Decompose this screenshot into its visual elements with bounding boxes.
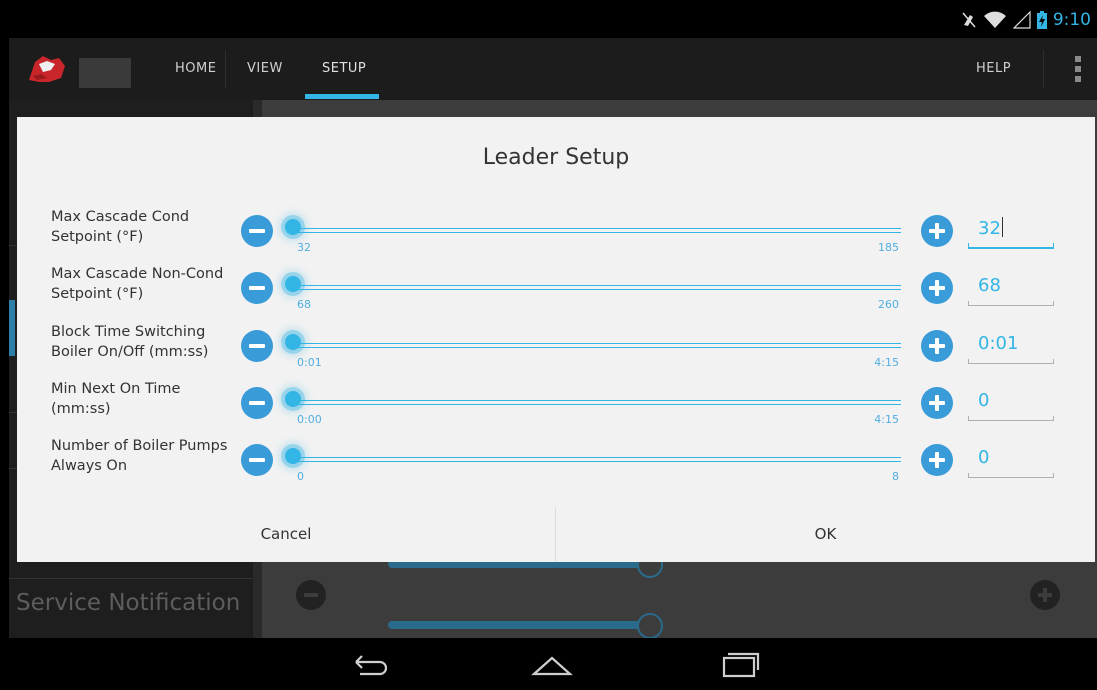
tab-divider — [1043, 50, 1044, 88]
setting-label: Min Next On Time (mm:ss) — [51, 381, 181, 417]
tab-view[interactable]: VIEW — [233, 38, 297, 100]
slider-track[interactable] — [287, 228, 901, 234]
dialog-title: Leader Setup — [482, 145, 630, 170]
increment-button[interactable] — [921, 215, 953, 247]
decrement-button[interactable] — [241, 330, 273, 362]
sidebar-divider — [9, 578, 253, 579]
value-input[interactable]: 32 — [968, 215, 1064, 249]
slider-track[interactable] — [287, 285, 901, 291]
background-slider-fill — [388, 621, 650, 629]
status-bar: 9:10 — [0, 0, 1097, 38]
sidebar-selected-indicator — [9, 300, 15, 356]
tab-home[interactable]: HOME — [161, 38, 230, 100]
slider-track[interactable] — [287, 457, 901, 463]
recent-apps-icon[interactable] — [720, 648, 764, 680]
slider-min-label: 0 — [297, 470, 304, 483]
clock: 9:10 — [1052, 10, 1091, 30]
background-plus-icon — [1030, 580, 1060, 610]
value-input[interactable]: 0 — [968, 444, 1064, 478]
increment-button[interactable] — [921, 387, 953, 419]
setting-label: Max Cascade Non-Cond Setpoint (°F) — [51, 266, 224, 302]
active-tab-indicator — [305, 94, 379, 99]
tab-divider — [225, 50, 226, 88]
slider-min-label: 68 — [297, 298, 311, 311]
slider-max-label: 185 — [878, 241, 899, 254]
setting-row-min-next-on: Min Next On Time (mm:ss) 0:00 4:15 0 — [17, 379, 1095, 435]
slider-max-label: 4:15 — [874, 413, 899, 426]
increment-button[interactable] — [921, 444, 953, 476]
value-input[interactable]: 0 — [968, 387, 1064, 421]
slider-min-label: 0:00 — [297, 413, 322, 426]
setting-row-max-cascade-noncond: Max Cascade Non-Cond Setpoint (°F) 68 26… — [17, 264, 1095, 320]
cancel-button[interactable]: Cancel — [17, 507, 555, 562]
leader-setup-dialog: Leader Setup Max Cascade Cond Setpoint (… — [17, 117, 1095, 562]
slider-max-label: 8 — [892, 470, 899, 483]
increment-button[interactable] — [921, 272, 953, 304]
logo-placeholder — [79, 58, 131, 88]
decrement-button[interactable] — [241, 387, 273, 419]
wifi-icon — [983, 11, 1007, 29]
back-icon[interactable] — [350, 648, 390, 680]
app-logo[interactable] — [25, 52, 69, 86]
setting-label: Number of Boiler Pumps Always On — [51, 438, 228, 474]
background-minus-icon — [296, 580, 326, 610]
slider-max-label: 260 — [878, 298, 899, 311]
slider-thumb[interactable] — [285, 448, 301, 464]
sidebar-item-service-notification[interactable]: Service Notification — [16, 590, 240, 616]
slider-min-label: 0:01 — [297, 356, 322, 369]
slider-min-label: 32 — [297, 241, 311, 254]
mute-icon — [961, 11, 977, 29]
decrement-button[interactable] — [241, 272, 273, 304]
setting-row-block-time: Block Time Switching Boiler On/Off (mm:s… — [17, 322, 1095, 378]
background-slider-thumb — [637, 613, 663, 639]
setting-row-max-cascade-cond: Max Cascade Cond Setpoint (°F) 32 185 32 — [17, 207, 1095, 263]
setting-row-boiler-pumps: Number of Boiler Pumps Always On 0 8 0 — [17, 436, 1095, 492]
value-input[interactable]: 0:01 — [968, 330, 1064, 364]
slider-thumb[interactable] — [285, 334, 301, 350]
slider-track[interactable] — [287, 400, 901, 406]
slider-track[interactable] — [287, 343, 901, 349]
decrement-button[interactable] — [241, 215, 273, 247]
setting-label: Max Cascade Cond Setpoint (°F) — [51, 209, 190, 245]
signal-icon — [1012, 11, 1031, 29]
battery-charging-icon — [1036, 11, 1047, 29]
tab-help[interactable]: HELP — [962, 38, 1025, 100]
slider-thumb[interactable] — [285, 391, 301, 407]
status-icons: 9:10 — [961, 8, 1091, 32]
action-bar: HOME VIEW SETUP HELP — [9, 38, 1097, 100]
home-icon[interactable] — [530, 648, 574, 680]
ok-button[interactable]: OK — [556, 507, 1095, 562]
slider-thumb[interactable] — [285, 276, 301, 292]
slider-thumb[interactable] — [285, 219, 301, 235]
increment-button[interactable] — [921, 330, 953, 362]
system-nav-bar — [0, 638, 1097, 690]
decrement-button[interactable] — [241, 444, 273, 476]
slider-max-label: 4:15 — [874, 356, 899, 369]
overflow-menu-icon[interactable] — [1075, 56, 1081, 82]
tab-setup[interactable]: SETUP — [308, 38, 380, 100]
value-input[interactable]: 68 — [968, 272, 1064, 306]
setting-label: Block Time Switching Boiler On/Off (mm:s… — [51, 324, 209, 360]
